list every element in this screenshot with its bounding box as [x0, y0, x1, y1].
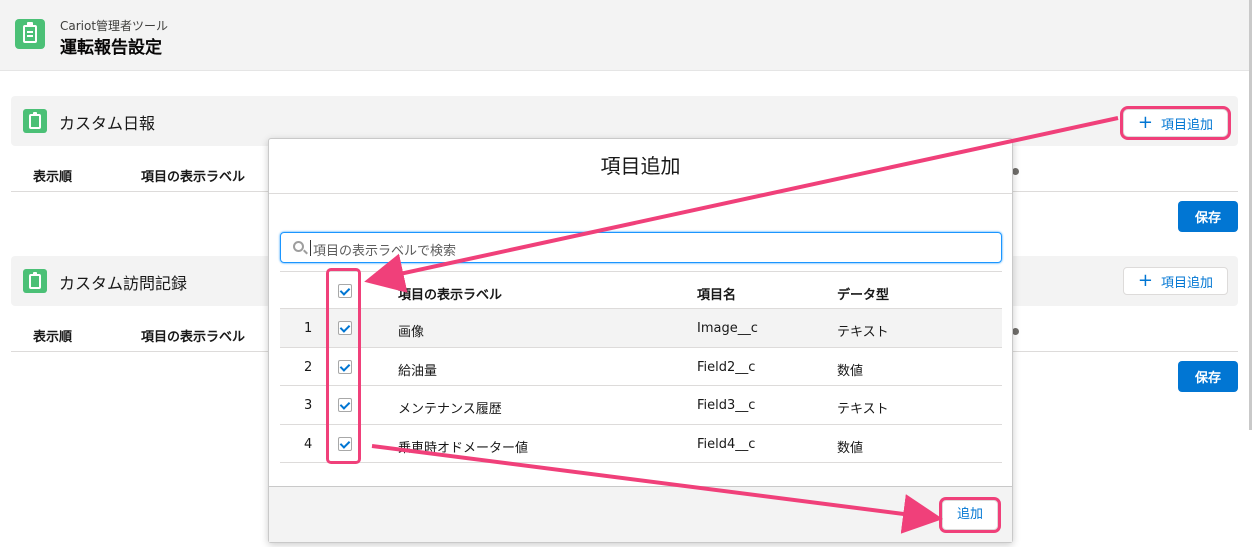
plus-icon: + [1137, 270, 1153, 291]
page-title: 運転報告設定 [60, 38, 162, 58]
column-handle-icon [1012, 168, 1019, 175]
clipboard-icon [23, 109, 47, 133]
col-order: 表示順 [33, 330, 73, 345]
row-label: 乗車時オドメーター値 [398, 440, 529, 456]
row-label: メンテナンス履歴 [398, 402, 502, 417]
add-field-button[interactable]: + 項目追加 [1122, 109, 1228, 137]
plus-icon: + [1137, 112, 1153, 133]
checkbox-highlight [326, 268, 361, 464]
table-row[interactable]: 3 メンテナンス履歴 Field3__c テキスト [280, 386, 1002, 425]
table-row[interactable]: 2 給油量 Field2__c 数値 [280, 348, 1002, 386]
table-header-row: 項目の表示ラベル 項目名 データ型 [280, 271, 1002, 309]
col-order: 表示順 [33, 170, 73, 185]
row-label: 給油量 [398, 363, 438, 379]
table-row[interactable]: 4 乗車時オドメーター値 Field4__c 数値 [280, 425, 1002, 463]
row-number: 3 [304, 398, 313, 413]
search-input[interactable]: 項目の表示ラベルで検索 [280, 232, 1002, 263]
search-placeholder: 項目の表示ラベルで検索 [309, 240, 456, 259]
row-api-name: Image__c [697, 321, 758, 336]
row-api-name: Field2__c [697, 359, 756, 375]
search-icon [293, 241, 304, 252]
section-title: カスタム訪問記録 [59, 274, 188, 293]
add-field-modal: 項目追加 項目の表示ラベルで検索 項目の表示ラベル 項目名 データ型 1 画像 … [268, 138, 1013, 543]
row-label: 画像 [398, 325, 425, 340]
clipboard-icon [15, 19, 45, 49]
row-number: 1 [304, 321, 313, 336]
col-label: 項目の表示ラベル [141, 330, 246, 345]
add-field-label: 項目追加 [1160, 117, 1213, 133]
add-field-label: 項目追加 [1160, 275, 1213, 291]
col-label: 項目の表示ラベル [141, 170, 246, 185]
column-handle-icon [1012, 328, 1019, 335]
save-button[interactable]: 保存 [1178, 361, 1238, 392]
col-data-type: データ型 [837, 288, 890, 303]
row-api-name: Field4__c [697, 436, 756, 452]
clipboard-icon [23, 269, 47, 293]
field-table: 項目の表示ラベル 項目名 データ型 1 画像 Image__c テキスト 2 給… [280, 271, 1002, 463]
table-row[interactable]: 1 画像 Image__c テキスト [280, 309, 1002, 348]
row-number: 2 [304, 359, 313, 375]
row-number: 4 [304, 436, 313, 452]
row-data-type: 数値 [837, 440, 864, 456]
row-api-name: Field3__c [697, 398, 756, 413]
app-name: Cariot管理者ツール [60, 19, 169, 33]
add-field-button[interactable]: + 項目追加 [1122, 267, 1228, 295]
save-button[interactable]: 保存 [1178, 201, 1238, 232]
col-field-label: 項目の表示ラベル [398, 288, 503, 303]
modal-add-button[interactable]: 追加 [941, 500, 998, 530]
row-data-type: 数値 [837, 363, 864, 379]
modal-footer: 追加 [269, 486, 1012, 542]
modal-title: 項目追加 [269, 139, 1012, 194]
col-field-name: 項目名 [697, 288, 737, 303]
section-title: カスタム日報 [59, 114, 156, 133]
row-data-type: テキスト [837, 402, 889, 417]
row-data-type: テキスト [837, 325, 889, 340]
app-header: Cariot管理者ツール 運転報告設定 [0, 0, 1252, 71]
